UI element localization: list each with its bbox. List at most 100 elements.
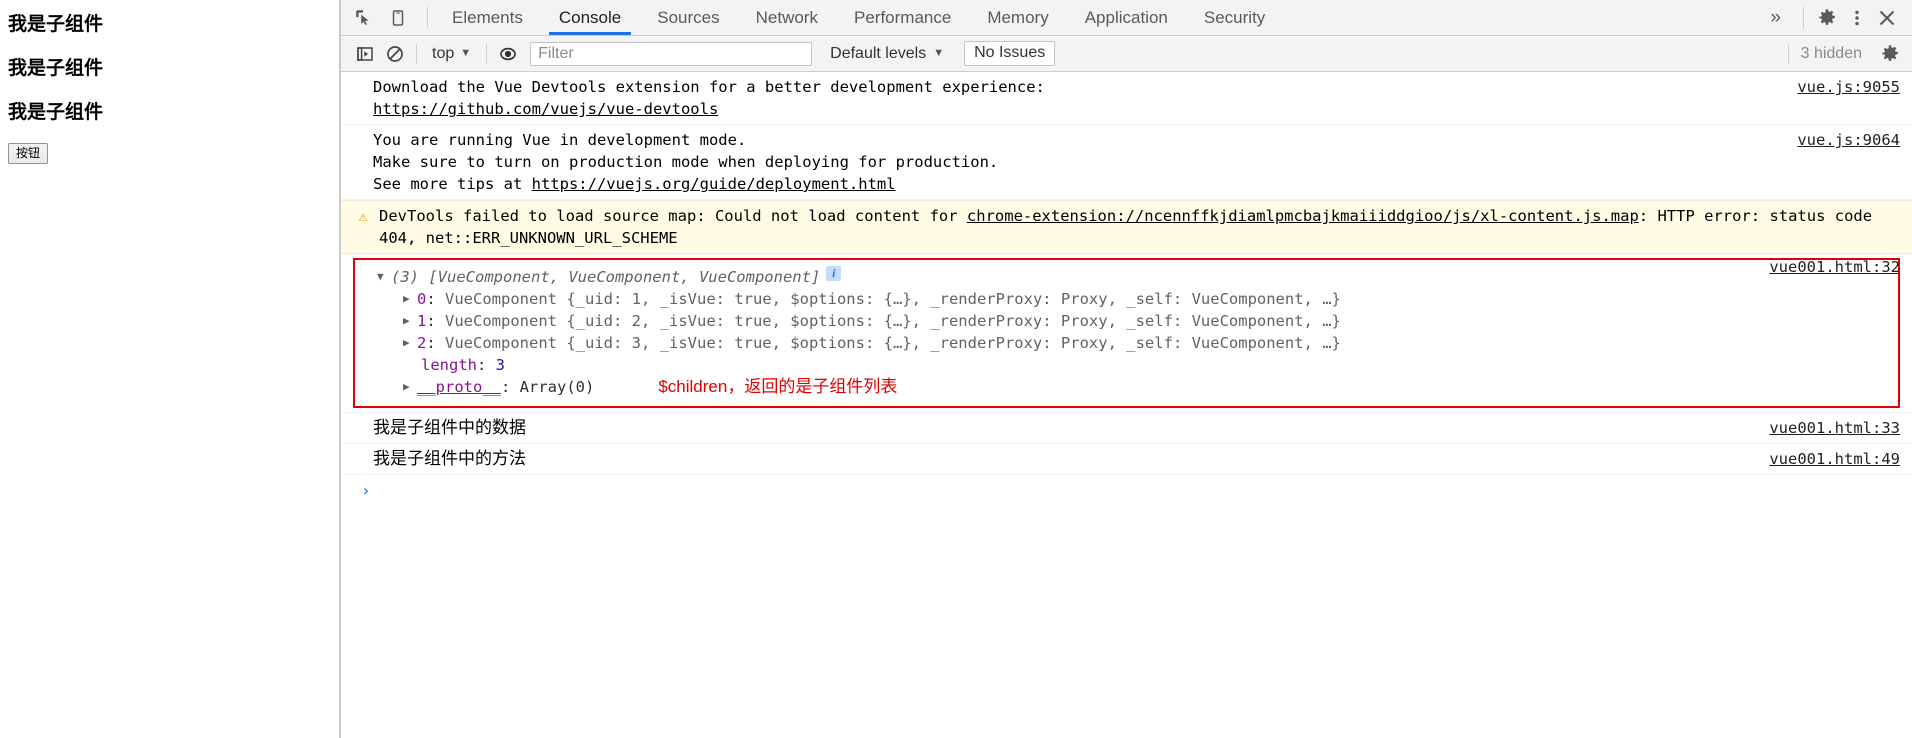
expand-triangle-icon[interactable] <box>403 310 417 332</box>
source-map-link[interactable]: chrome-extension://ncennffkjdiamlpmcbajk… <box>967 207 1639 225</box>
hidden-messages-count: 3 hidden <box>1787 43 1874 64</box>
tab-elements[interactable]: Elements <box>434 0 541 35</box>
console-prompt-input[interactable] <box>379 481 1900 501</box>
eye-icon[interactable] <box>494 41 522 67</box>
pane-divider <box>339 0 340 738</box>
console-message-source[interactable]: vue001.html:32 <box>1769 256 1900 278</box>
tab-security[interactable]: Security <box>1186 0 1283 35</box>
console-message-dev-mode: You are running Vue in development mode.… <box>341 125 1912 200</box>
console-filter-toolbar: top ▼ Default levels ▼ No Issues 3 hidde… <box>341 36 1912 72</box>
tab-application[interactable]: Application <box>1067 0 1186 35</box>
warning-text-before: DevTools failed to load source map: Coul… <box>379 207 967 225</box>
console-message-child-data: 我是子组件中的数据 vue001.html:33 <box>341 413 1912 444</box>
message-line-1: You are running Vue in development mode. <box>373 131 747 149</box>
array-proto-row[interactable]: __proto__: Array(0)$children，返回的是子组件列表 <box>355 376 1898 398</box>
devtools-tabs: Elements Console Sources Network Perform… <box>434 0 1283 35</box>
console-message-source[interactable]: vue.js:9055 <box>1797 76 1900 98</box>
proto-label: __proto__ <box>417 378 501 396</box>
page-action-button[interactable]: 按钮 <box>8 143 49 164</box>
tab-performance[interactable]: Performance <box>836 0 969 35</box>
gear-icon[interactable] <box>1876 41 1904 67</box>
log-levels-label: Default levels <box>830 44 927 62</box>
screen-root: 我是子组件 我是子组件 我是子组件 按钮 Elements Console So… <box>0 0 1912 738</box>
array-length-row: length: 3 <box>421 356 506 374</box>
console-message-vue-devtools: Download the Vue Devtools extension for … <box>341 72 1912 125</box>
array-item-row[interactable]: 1: VueComponent {_uid: 2, _isVue: true, … <box>355 310 1898 332</box>
array-item-row[interactable]: 2: VueComponent {_uid: 3, _isVue: true, … <box>355 332 1898 354</box>
message-line-3-prefix: See more tips at <box>373 175 532 193</box>
console-message-text: 我是子组件中的方法 <box>373 449 526 468</box>
more-options-icon[interactable] <box>1842 4 1872 32</box>
device-toolbar-icon[interactable] <box>383 4 413 32</box>
devtools-tabstrip: Elements Console Sources Network Perform… <box>341 0 1912 36</box>
expand-triangle-icon[interactable] <box>377 266 391 288</box>
console-message-source[interactable]: vue001.html:49 <box>1769 448 1900 470</box>
more-tabs-icon[interactable]: » <box>1756 8 1795 27</box>
message-line-2: Make sure to turn on production mode whe… <box>373 153 999 171</box>
devtools-panel: Elements Console Sources Network Perform… <box>340 0 1912 738</box>
console-sidebar-icon[interactable] <box>351 41 379 67</box>
console-message-list[interactable]: Download the Vue Devtools extension for … <box>341 72 1912 738</box>
page-preview-pane: 我是子组件 我是子组件 我是子组件 按钮 <box>0 0 340 738</box>
tabstrip-separator <box>1803 6 1804 29</box>
filterbar-right-group: 3 hidden <box>1787 41 1904 67</box>
filterbar-separator-1 <box>416 43 417 64</box>
filterbar-separator-2 <box>486 43 488 64</box>
console-message-source[interactable]: vue001.html:33 <box>1769 417 1900 439</box>
expand-triangle-icon[interactable] <box>403 288 417 310</box>
message-line-1: Download the Vue Devtools extension for … <box>373 78 1045 96</box>
console-message-source[interactable]: vue.js:9064 <box>1797 129 1900 151</box>
console-message-text: DevTools failed to load source map: Coul… <box>379 205 1900 249</box>
warning-triangle-icon: ⚠ <box>358 207 368 225</box>
proto-value: Array(0) <box>519 378 595 396</box>
array-item-index: 0 <box>417 290 427 308</box>
console-prompt-row[interactable]: › <box>341 475 1912 507</box>
tab-network[interactable]: Network <box>738 0 836 35</box>
console-message-text: Download the Vue Devtools extension for … <box>373 76 1783 120</box>
console-message-text: You are running Vue in development mode.… <box>373 129 1783 195</box>
array-item-index: 2 <box>417 334 427 352</box>
inspect-element-icon[interactable] <box>349 4 379 32</box>
array-summary: [VueComponent, VueComponent, VueComponen… <box>428 268 821 286</box>
array-item-index: 1 <box>417 312 427 330</box>
console-message-children-array: vue001.html:32 (3) [VueComponent, VueCom… <box>341 254 1912 413</box>
deployment-guide-link[interactable]: https://vuejs.org/guide/deployment.html <box>532 175 896 193</box>
log-levels-selector[interactable]: Default levels ▼ <box>820 45 954 63</box>
tab-console[interactable]: Console <box>541 0 639 35</box>
tab-sources[interactable]: Sources <box>639 0 737 35</box>
console-message-source-map-warning: ⚠ DevTools failed to load source map: Co… <box>341 200 1912 254</box>
array-item-constructor: VueComponent <box>445 334 557 352</box>
array-item-preview: {_uid: 1, _isVue: true, $options: {…}, _… <box>566 290 1341 308</box>
clear-console-icon[interactable] <box>381 41 409 67</box>
array-length-label: length <box>421 356 477 374</box>
child-component-heading-1: 我是子组件 <box>8 14 104 35</box>
close-icon[interactable] <box>1872 4 1902 32</box>
info-icon[interactable]: i <box>826 266 842 281</box>
expand-triangle-icon[interactable] <box>403 332 417 354</box>
gear-icon[interactable] <box>1812 4 1842 32</box>
chevron-down-icon: ▼ <box>460 47 472 59</box>
devtools-tool-icons <box>349 0 421 35</box>
tab-memory[interactable]: Memory <box>969 0 1066 35</box>
red-annotation-text: $children，返回的是子组件列表 <box>658 377 898 396</box>
child-component-heading-2: 我是子组件 <box>8 58 104 79</box>
child-component-heading-3: 我是子组件 <box>8 102 104 123</box>
console-message-text: 我是子组件中的数据 <box>373 418 526 437</box>
array-header-row[interactable]: (3) [VueComponent, VueComponent, VueComp… <box>355 266 1898 288</box>
array-item-constructor: VueComponent <box>445 290 557 308</box>
array-item-constructor: VueComponent <box>445 312 557 330</box>
devtools-tabstrip-actions: » <box>1756 0 1912 35</box>
expand-triangle-icon[interactable] <box>403 376 417 398</box>
prompt-caret-icon: › <box>361 481 371 500</box>
issues-button[interactable]: No Issues <box>964 41 1056 66</box>
toolbar-separator <box>427 7 428 28</box>
execution-context-label: top <box>432 44 455 62</box>
vue-devtools-link[interactable]: https://github.com/vuejs/vue-devtools <box>373 100 718 118</box>
array-count: (3) <box>391 268 419 286</box>
annotation-highlight-box: (3) [VueComponent, VueComponent, VueComp… <box>353 258 1900 408</box>
array-item-row[interactable]: 0: VueComponent {_uid: 1, _isVue: true, … <box>355 288 1898 310</box>
array-item-preview: {_uid: 3, _isVue: true, $options: {…}, _… <box>566 334 1341 352</box>
chevron-down-icon: ▼ <box>933 47 945 59</box>
execution-context-selector[interactable]: top ▼ <box>424 45 479 63</box>
console-filter-input[interactable] <box>530 41 813 66</box>
